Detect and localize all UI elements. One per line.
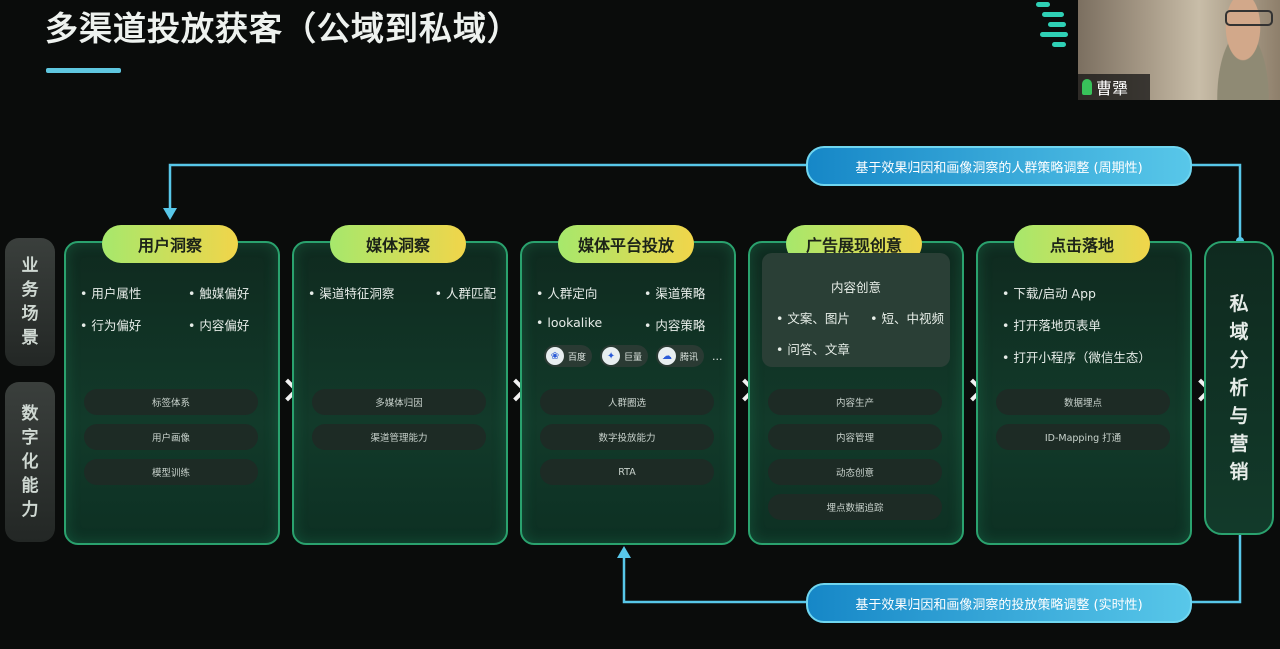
logo-label: 百度 [568, 352, 587, 363]
bullet-row: 人群定向 渠道策略 [536, 283, 724, 302]
tencent-icon: ☁ [658, 347, 677, 365]
baidu-paw-icon: ❀ [546, 347, 564, 365]
private-domain-panel: 私域分析与营销 [1204, 241, 1274, 535]
capability-pill: 数字投放能力 [540, 424, 714, 450]
card-title: 内容创意 [830, 280, 881, 295]
bottom-banner-text: 基于效果归因和画像洞察的投放策略调整 (实时性) [855, 597, 1143, 613]
bullet-item: 人群匹配 [435, 283, 496, 302]
bullet-list: 人群定向 渠道策略 lookalike 内容策略 [536, 283, 724, 347]
card-item: 问答、文章 [776, 339, 850, 358]
column-ad-creative: 广告展现创意 内容创意 文案、图片 短、中视频 问答、文章 内容生产 内容管理 … [748, 225, 964, 545]
capability-pill: 动态创意 [768, 459, 942, 485]
bullet-item: 人群定向 [536, 283, 632, 302]
column-title: 媒体平台投放 [558, 225, 694, 263]
capability-pill: 内容生产 [768, 389, 942, 415]
video-nametag: 曹犟 [1078, 74, 1150, 100]
bullet-item: 渠道特征洞察 [308, 283, 394, 302]
pill-list: 人群圈选 数字投放能力 RTA [540, 389, 714, 494]
column-media-insight: 媒体洞察 渠道特征洞察 人群匹配 多媒体归因 渠道管理能力 [292, 225, 508, 545]
pill-list: 数据埋点 ID-Mapping 打通 [996, 389, 1170, 459]
bottom-banner: 基于效果归因和画像洞察的投放策略调整 (实时性) [806, 583, 1192, 623]
content-creative-card: 内容创意 文案、图片 短、中视频 问答、文章 [762, 253, 950, 367]
card-item: 文案、图片 [776, 308, 850, 327]
bullet-row: 下载/启动 App [1002, 283, 1190, 302]
bullet-item: 打开落地页表单 [1002, 315, 1101, 334]
card-item: 短、中视频 [870, 308, 944, 327]
column-click-landing: 点击落地 下载/启动 App 打开落地页表单 打开小程序（微信生态） 数据埋点 … [976, 225, 1192, 545]
title-underline [46, 68, 121, 73]
bullet-row: 打开小程序（微信生态） [1002, 347, 1190, 366]
capability-pill: 多媒体归因 [312, 389, 486, 415]
capability-pill: 埋点数据追踪 [768, 494, 942, 520]
more-logos: ... [712, 349, 723, 363]
column-media-platform: 媒体平台投放 人群定向 渠道策略 lookalike 内容策略 ❀ 百度 ✦ 巨… [520, 225, 736, 545]
side-label-digital: 数字化能力 [5, 382, 55, 542]
decorative-lines [1032, 0, 1072, 48]
side-label-business: 业务场景 [5, 238, 55, 366]
bullet-item: 触媒偏好 [188, 283, 268, 302]
column-title: 用户洞察 [102, 225, 238, 263]
bullet-item: 行为偏好 [80, 315, 176, 334]
bullet-item: 内容偏好 [188, 315, 268, 334]
bullet-item: 内容策略 [644, 315, 724, 334]
capability-pill: 标签体系 [84, 389, 258, 415]
card-line: 文案、图片 短、中视频 [776, 308, 944, 327]
bullet-row: 渠道特征洞察 人群匹配 [308, 283, 496, 302]
bullet-item: 用户属性 [80, 283, 176, 302]
juliang-icon: ✦ [602, 347, 621, 365]
glasses-shape [1225, 10, 1273, 26]
pill-list: 内容生产 内容管理 动态创意 埋点数据追踪 [768, 389, 942, 529]
bullet-list: 渠道特征洞察 人群匹配 [308, 283, 496, 315]
capability-pill: 人群圈选 [540, 389, 714, 415]
side-label-business-text: 业务场景 [21, 256, 39, 348]
bullet-list: 下载/启动 App 打开落地页表单 打开小程序（微信生态） [1002, 283, 1190, 379]
capability-pill: 内容管理 [768, 424, 942, 450]
bullet-row: 打开落地页表单 [1002, 315, 1190, 334]
capability-pill: RTA [540, 459, 714, 485]
media-logos: ❀ 百度 ✦ 巨量 ☁ 腾讯 ... [544, 345, 723, 367]
bullet-row: lookalike 内容策略 [536, 315, 724, 334]
presenter-name: 曹犟 [1096, 79, 1129, 98]
juliang-logo: ✦ 巨量 [600, 345, 649, 367]
bullet-item: 打开小程序（微信生态） [1002, 347, 1151, 366]
private-domain-text: 私域分析与营销 [1229, 293, 1249, 483]
pill-list: 标签体系 用户画像 模型训练 [84, 389, 258, 494]
column-title: 媒体洞察 [330, 225, 466, 263]
column-user-insight: 用户洞察 用户属性 触媒偏好 行为偏好 内容偏好 标签体系 用户画像 模型训练 [64, 225, 280, 545]
top-banner: 基于效果归因和画像洞察的人群策略调整 (周期性) [806, 146, 1192, 186]
bullet-item: lookalike [536, 315, 632, 334]
bullet-row: 用户属性 触媒偏好 [80, 283, 268, 302]
page-title: 多渠道投放获客（公域到私域） [45, 9, 521, 48]
capability-pill: 模型训练 [84, 459, 258, 485]
card-line: 问答、文章 [776, 339, 944, 358]
logo-label: 腾讯 [680, 352, 699, 363]
capability-pill: 数据埋点 [996, 389, 1170, 415]
tencent-logo: ☁ 腾讯 [656, 345, 705, 367]
capability-pill: 用户画像 [84, 424, 258, 450]
pill-list: 多媒体归因 渠道管理能力 [312, 389, 486, 459]
top-banner-text: 基于效果归因和画像洞察的人群策略调整 (周期性) [855, 160, 1143, 176]
capability-pill: 渠道管理能力 [312, 424, 486, 450]
column-title: 点击落地 [1014, 225, 1150, 263]
capability-pill: ID-Mapping 打通 [996, 424, 1170, 450]
bullet-item: 渠道策略 [644, 283, 724, 302]
baidu-logo: ❀ 百度 [544, 345, 593, 367]
bullet-row: 行为偏好 内容偏好 [80, 315, 268, 334]
video-thumbnail: 曹犟 [1078, 0, 1280, 100]
bullet-item: 下载/启动 App [1002, 283, 1096, 302]
side-label-digital-text: 数字化能力 [21, 404, 39, 520]
logo-label: 巨量 [624, 352, 643, 363]
bullet-list: 用户属性 触媒偏好 行为偏好 内容偏好 [80, 283, 268, 347]
microphone-icon [1082, 79, 1092, 95]
